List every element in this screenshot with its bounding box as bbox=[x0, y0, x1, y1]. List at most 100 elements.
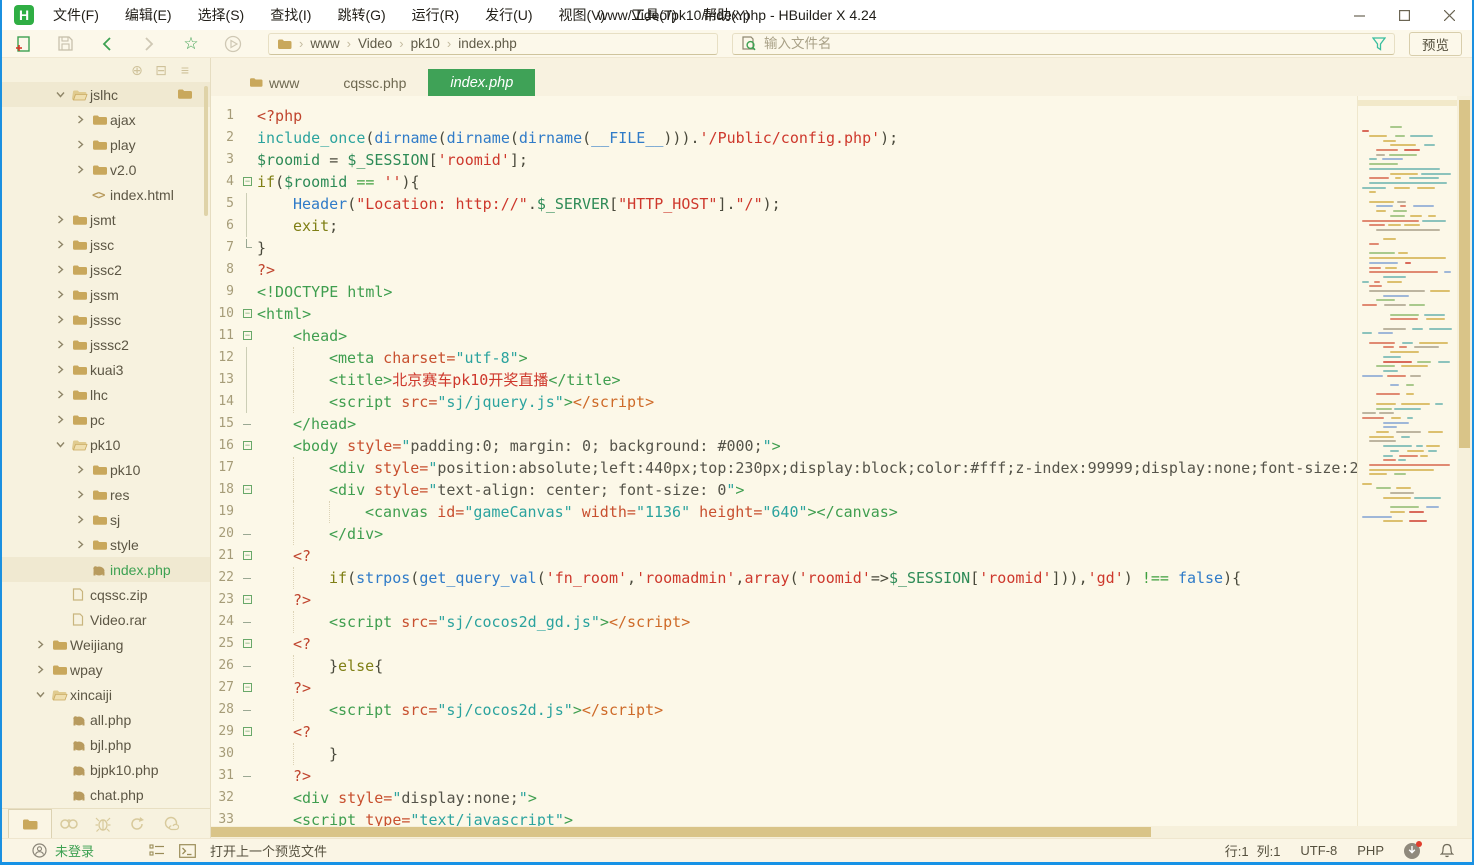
chevron-right-icon[interactable] bbox=[55, 289, 72, 300]
maximize-button[interactable] bbox=[1382, 0, 1427, 30]
tree-item-ajax[interactable]: ajax bbox=[2, 107, 210, 132]
chevron-right-icon[interactable] bbox=[75, 464, 92, 475]
tree-item-lhc[interactable]: lhc bbox=[2, 382, 210, 407]
menu-3[interactable]: 查找(I) bbox=[257, 0, 324, 30]
tree-item-pk10[interactable]: pk10 bbox=[2, 432, 210, 457]
tree-item-bjl.php[interactable]: bjl.php bbox=[2, 732, 210, 757]
tree-item-v2.0[interactable]: v2.0 bbox=[2, 157, 210, 182]
chevron-right-icon[interactable] bbox=[55, 364, 72, 375]
tree-item-xincaiji[interactable]: xincaiji bbox=[2, 682, 210, 707]
fold-marker[interactable]: − bbox=[241, 677, 257, 699]
tree-item-pk10[interactable]: pk10 bbox=[2, 457, 210, 482]
language-mode[interactable]: PHP bbox=[1357, 843, 1384, 858]
close-button[interactable] bbox=[1427, 0, 1472, 30]
debug-panel-tab[interactable] bbox=[86, 809, 120, 838]
run-button[interactable] bbox=[212, 30, 254, 58]
search-panel-tab[interactable] bbox=[52, 809, 86, 838]
tree-item-index.php[interactable]: index.php bbox=[2, 557, 210, 582]
tree-item-jsssc[interactable]: jsssc bbox=[2, 307, 210, 332]
chevron-right-icon[interactable] bbox=[75, 539, 92, 550]
chevron-right-icon[interactable] bbox=[75, 514, 92, 525]
fold-marker[interactable]: − bbox=[241, 589, 257, 611]
fold-marker[interactable]: − bbox=[241, 633, 257, 655]
chevron-right-icon[interactable] bbox=[55, 264, 72, 275]
menu-4[interactable]: 跳转(G) bbox=[324, 0, 398, 30]
chevron-right-icon[interactable] bbox=[55, 214, 72, 225]
new-file-button[interactable] bbox=[2, 30, 44, 58]
notification-bell-icon[interactable] bbox=[1440, 843, 1454, 858]
update-icon[interactable] bbox=[1404, 843, 1420, 859]
remote-panel-tab[interactable] bbox=[154, 809, 188, 838]
breadcrumb-item-www[interactable]: www bbox=[310, 36, 339, 51]
chevron-right-icon[interactable] bbox=[55, 389, 72, 400]
tree-item-jssc2[interactable]: jssc2 bbox=[2, 257, 210, 282]
fold-marker[interactable]: − bbox=[241, 303, 257, 325]
tree-item-kuai3[interactable]: kuai3 bbox=[2, 357, 210, 382]
favorite-star-button[interactable]: ☆ bbox=[170, 30, 212, 58]
breadcrumb-item-pk10[interactable]: pk10 bbox=[411, 36, 440, 51]
collapse-all-icon[interactable]: ⊟ bbox=[154, 62, 168, 79]
tab-index.php[interactable]: index.php bbox=[428, 69, 535, 96]
tree-item-pc[interactable]: pc bbox=[2, 407, 210, 432]
tree-item-res[interactable]: res bbox=[2, 482, 210, 507]
task-list-icon[interactable] bbox=[149, 844, 165, 857]
preview-button[interactable]: 预览 bbox=[1409, 32, 1462, 56]
chevron-right-icon[interactable] bbox=[55, 239, 72, 250]
tab-www[interactable]: www bbox=[227, 69, 321, 96]
locate-file-icon[interactable]: ⊕ bbox=[130, 62, 144, 79]
tree-item-jssm[interactable]: jssm bbox=[2, 282, 210, 307]
minimap[interactable] bbox=[1357, 96, 1457, 826]
login-status[interactable]: 未登录 bbox=[55, 841, 94, 860]
chevron-down-icon[interactable] bbox=[35, 689, 52, 700]
tree-item-jssc[interactable]: jssc bbox=[2, 232, 210, 257]
open-last-preview[interactable]: 打开上一个预览文件 bbox=[210, 841, 327, 860]
tree-item-play[interactable]: play bbox=[2, 132, 210, 157]
code-editor[interactable]: 1<?php2include_once(dirname(dirname(dirn… bbox=[211, 96, 1472, 826]
tree-item-chat.php[interactable]: chat.php bbox=[2, 782, 210, 807]
menu-6[interactable]: 发行(U) bbox=[472, 0, 545, 30]
forward-button[interactable] bbox=[128, 30, 170, 58]
fold-marker[interactable]: − bbox=[241, 171, 257, 193]
horizontal-scrollbar-thumb[interactable] bbox=[211, 827, 1151, 837]
chevron-right-icon[interactable] bbox=[75, 489, 92, 500]
tree-item-index.html[interactable]: <>index.html bbox=[2, 182, 210, 207]
menu-0[interactable]: 文件(F) bbox=[40, 0, 112, 30]
chevron-right-icon[interactable] bbox=[35, 639, 52, 650]
tree-item-Video.rar[interactable]: Video.rar bbox=[2, 607, 210, 632]
search-input[interactable] bbox=[764, 36, 1386, 51]
fold-marker[interactable]: − bbox=[241, 325, 257, 347]
tree-item-jsmt[interactable]: jsmt bbox=[2, 207, 210, 232]
minimize-button[interactable] bbox=[1337, 0, 1382, 30]
sync-panel-tab[interactable] bbox=[120, 809, 154, 838]
terminal-icon[interactable] bbox=[179, 844, 196, 858]
menu-5[interactable]: 运行(R) bbox=[399, 0, 472, 30]
save-button[interactable] bbox=[44, 30, 86, 58]
fold-marker[interactable]: − bbox=[241, 435, 257, 457]
chevron-right-icon[interactable] bbox=[75, 139, 92, 150]
tree-item-style[interactable]: style bbox=[2, 532, 210, 557]
chevron-right-icon[interactable] bbox=[55, 339, 72, 350]
tree-item-Weijiang[interactable]: Weijiang bbox=[2, 632, 210, 657]
chevron-right-icon[interactable] bbox=[35, 664, 52, 675]
tree-item-all.php[interactable]: all.php bbox=[2, 707, 210, 732]
filter-icon[interactable] bbox=[1372, 37, 1386, 56]
tree-item-jsssc2[interactable]: jsssc2 bbox=[2, 332, 210, 357]
fold-marker[interactable]: − bbox=[241, 721, 257, 743]
chevron-right-icon[interactable] bbox=[55, 414, 72, 425]
vertical-scrollbar-thumb[interactable] bbox=[1459, 100, 1470, 448]
sidebar-menu-icon[interactable]: ≡ bbox=[178, 62, 192, 78]
files-panel-tab[interactable] bbox=[8, 809, 52, 838]
tree-item-wpay[interactable]: wpay bbox=[2, 657, 210, 682]
encoding-indicator[interactable]: UTF-8 bbox=[1300, 843, 1337, 858]
chevron-right-icon[interactable] bbox=[75, 164, 92, 175]
chevron-down-icon[interactable] bbox=[55, 439, 72, 450]
tree-item-sj[interactable]: sj bbox=[2, 507, 210, 532]
menu-2[interactable]: 选择(S) bbox=[185, 0, 258, 30]
tree-item-jslhc[interactable]: jslhc bbox=[2, 82, 210, 107]
tab-cqssc.php[interactable]: cqssc.php bbox=[321, 69, 428, 96]
tree-item-cqssc.zip[interactable]: cqssc.zip bbox=[2, 582, 210, 607]
menu-1[interactable]: 编辑(E) bbox=[112, 0, 185, 30]
chevron-right-icon[interactable] bbox=[55, 314, 72, 325]
breadcrumb-item-Video[interactable]: Video bbox=[358, 36, 392, 51]
chevron-right-icon[interactable] bbox=[75, 114, 92, 125]
